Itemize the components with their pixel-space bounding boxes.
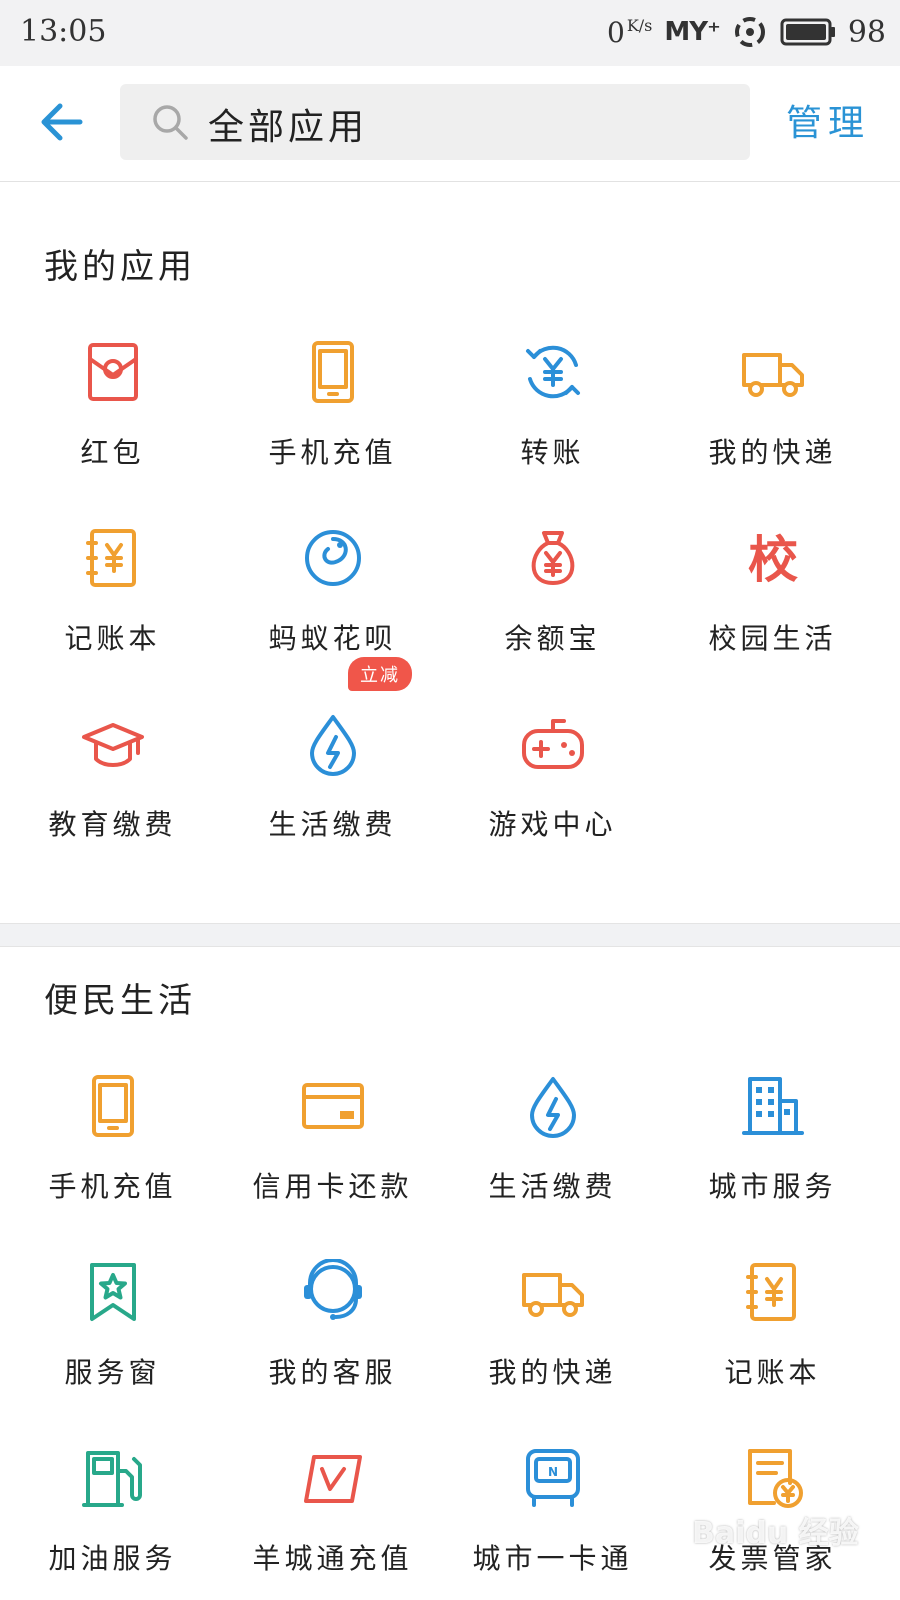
app-label: 我的快递 (488, 1356, 617, 1389)
yct-card-icon (300, 1445, 366, 1511)
svg-text:校: 校 (748, 531, 798, 589)
truck-icon (740, 339, 806, 405)
app-label: 羊城通充值 (252, 1542, 413, 1575)
section-title: 我的应用 (44, 247, 196, 287)
app-label: 蚂蚁花呗 (268, 622, 397, 655)
convenience-section: 便民生活 手机充值 信用卡还款 生活缴费 城市服务服务窗 我的客服 我的快递 记账本加油服务… (0, 947, 900, 1600)
app-label: 生活缴费 (268, 808, 397, 841)
huabei-icon (300, 525, 366, 591)
app-tile[interactable]: 我的客服 (220, 1258, 445, 1445)
app-tile[interactable]: 立减生活缴费 (220, 657, 445, 897)
app-tile[interactable]: 服务窗 (0, 1259, 225, 1445)
app-tile[interactable]: 游戏中心 (440, 711, 665, 897)
top-bar: 全部应用 管理 (0, 66, 900, 182)
app-tile[interactable]: 加油服务 (0, 1445, 225, 1600)
ledger-icon (740, 1259, 806, 1325)
app-tile[interactable]: 教育缴费 (0, 711, 225, 897)
app-tile[interactable]: 我的快递 (660, 339, 885, 525)
app-tile[interactable]: 转账 (440, 339, 665, 525)
app-tile[interactable]: 生活缴费 (440, 1073, 665, 1259)
graduation-cap-icon (80, 711, 146, 777)
search-text: 全部应用 (208, 107, 369, 148)
app-label: 游戏中心 (488, 808, 617, 841)
net-speed-value: 0 (606, 15, 625, 49)
watermark: Baidu 经验 (692, 1516, 859, 1551)
transfer-icon (520, 339, 586, 405)
battery-icon (780, 18, 835, 46)
app-label: 手机充值 (48, 1170, 177, 1203)
app-label: 红包 (80, 436, 145, 469)
app-tile[interactable]: 记账本 (0, 525, 225, 711)
app-label: 记账本 (724, 1356, 821, 1389)
app-tile[interactable]: 手机充值 (220, 339, 445, 525)
manage-button[interactable]: 管理 (786, 94, 870, 146)
app-tile[interactable]: 信用卡还款 (220, 1073, 445, 1259)
star-bookmark-icon (80, 1259, 146, 1325)
net-speed-unit: K/s (626, 15, 653, 35)
credit-card-icon (300, 1073, 366, 1139)
search-input[interactable]: 全部应用 (120, 84, 750, 160)
promo-badge: 立减 (348, 657, 412, 691)
net-speed: 0 K/s (607, 16, 652, 49)
sync-icon (734, 17, 765, 47)
svg-text:N: N (548, 1465, 558, 1479)
water-drop-icon (520, 1073, 586, 1139)
section-title: 便民生活 (44, 981, 196, 1021)
status-right: 0 K/s MY⁺ 98 (607, 12, 886, 52)
app-label: 手机充值 (268, 436, 397, 469)
app-label: 城市一卡通 (472, 1542, 633, 1575)
app-tile[interactable]: 我的快递 (440, 1259, 665, 1445)
app-label: 加油服务 (48, 1542, 177, 1575)
red-envelope-icon (80, 339, 146, 405)
app-label: 教育缴费 (48, 808, 177, 841)
app-label: 记账本 (64, 622, 161, 655)
app-label: 我的快递 (708, 436, 837, 469)
app-label: 余额宝 (504, 622, 601, 655)
app-label: 信用卡还款 (252, 1170, 413, 1203)
app-tile[interactable]: 余额宝 (440, 525, 665, 711)
campus-icon: 校 (740, 525, 806, 591)
app-tile[interactable]: 羊城通充值 (220, 1445, 445, 1600)
app-tile[interactable]: 校校园生活 (660, 525, 885, 711)
ledger-icon (80, 525, 146, 591)
battery-percent: 98 (847, 14, 886, 50)
section-divider (0, 923, 900, 947)
headset-icon (300, 1258, 366, 1325)
app-tile[interactable]: N 城市一卡通 (440, 1445, 665, 1600)
gamepad-icon (520, 711, 586, 777)
gas-pump-icon (80, 1445, 146, 1511)
carrier-label: MY⁺ (664, 17, 720, 47)
my-apps-section: 我的应用 红包 手机充值 转账 我的快递记账本 蚂蚁花呗 余额宝 校校园生活教育缴费 立减生活… (0, 183, 900, 923)
app-label: 城市服务 (708, 1170, 837, 1203)
bus-card-icon: N (520, 1445, 586, 1511)
app-tile[interactable]: 蚂蚁花呗 (220, 525, 445, 711)
search-icon (153, 105, 188, 140)
app-label: 转账 (520, 436, 585, 469)
status-time: 13:05 (20, 14, 107, 49)
status-bar: 13:05 0 K/s MY⁺ 98 (0, 0, 900, 66)
app-label: 我的客服 (268, 1356, 397, 1389)
app-tile[interactable]: 记账本 (660, 1259, 885, 1445)
app-tile[interactable]: 手机充值 (0, 1073, 225, 1259)
app-tile[interactable]: 城市服务 (660, 1073, 885, 1259)
app-label: 生活缴费 (488, 1170, 617, 1203)
water-drop-icon (300, 711, 366, 777)
money-bag-icon (520, 525, 586, 591)
building-icon (740, 1073, 806, 1139)
app-label: 服务窗 (64, 1356, 161, 1389)
truck-icon (520, 1259, 586, 1325)
back-arrow-icon[interactable] (36, 96, 88, 148)
invoice-icon (740, 1445, 806, 1511)
phone-icon (80, 1073, 146, 1139)
app-label: 校园生活 (708, 622, 837, 655)
phone-icon (300, 339, 366, 405)
app-tile[interactable]: 红包 (0, 339, 225, 525)
